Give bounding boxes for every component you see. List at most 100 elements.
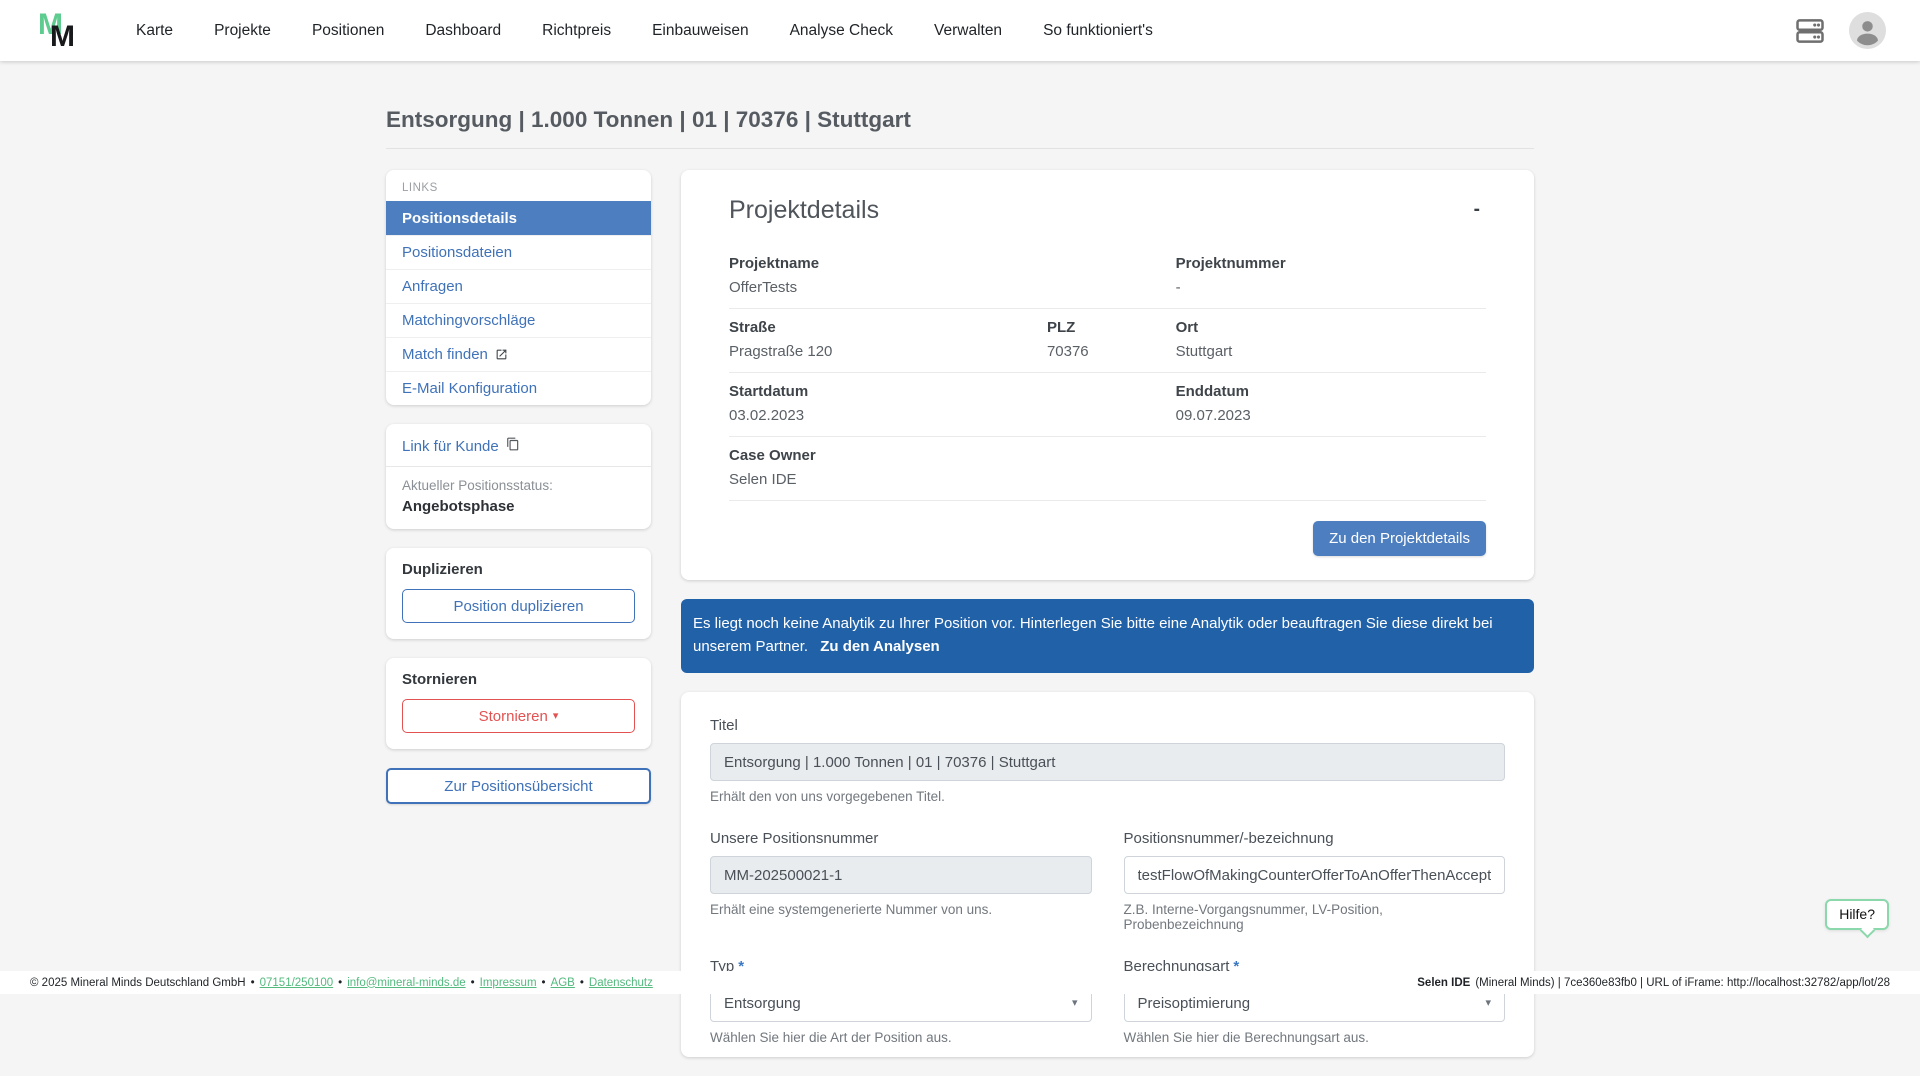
project-fields: Projektname OfferTests Projektnummer - S…	[729, 245, 1486, 501]
collapse-icon[interactable]: -	[1468, 196, 1486, 223]
nav-item-positionen[interactable]: Positionen	[312, 22, 384, 40]
sidebar-item-positionsdateien[interactable]: Positionsdateien	[386, 235, 651, 269]
footer: © 2025 Mineral Minds Deutschland GmbH • …	[0, 971, 1920, 994]
titel-input	[710, 743, 1505, 781]
sidebar-item-positionsdetails[interactable]: Positionsdetails	[386, 201, 651, 235]
field-value: 09.07.2023	[1175, 407, 1251, 424]
footer-impressum-link[interactable]: Impressum	[480, 977, 537, 989]
analytics-info-banner: Es liegt noch keine Analytik zu Ihrer Po…	[681, 599, 1534, 673]
links-card: LINKS Positionsdetails Positionsdateien …	[386, 170, 651, 405]
banner-text: Es liegt noch keine Analytik zu Ihrer Po…	[693, 615, 1493, 655]
sidebar-item-label: Matchingvorschläge	[402, 312, 536, 329]
help-button[interactable]: Hilfe?	[1825, 899, 1889, 939]
link-fuer-kunde-label: Link für Kunde	[402, 437, 499, 455]
nav-item-dashboard[interactable]: Dashboard	[425, 22, 501, 40]
bubble-tail	[1859, 922, 1876, 939]
field-label: Projektname	[729, 255, 820, 272]
nav-item-so-funktionierts[interactable]: So funktioniert's	[1043, 22, 1153, 40]
footer-separator: •	[250, 976, 255, 989]
field-label: Straße	[729, 319, 776, 336]
positionsnummer-label: Positionsnummer/-bezeichnung	[1123, 830, 1334, 847]
nav-item-einbauweisen[interactable]: Einbauweisen	[652, 22, 749, 40]
project-details-card: Projektdetails - Projektname OfferTests …	[681, 170, 1534, 580]
field-label: PLZ	[1046, 319, 1076, 336]
field-projektnummer: Projektnummer -	[1176, 255, 1486, 296]
to-analyses-link[interactable]: Zu den Analysen	[820, 638, 939, 655]
help-button-label: Hilfe?	[1839, 906, 1875, 922]
field-value: -	[1175, 279, 1181, 296]
footer-separator: •	[338, 976, 343, 989]
position-status-value: Angebotsphase	[402, 498, 515, 515]
page-head: Entsorgung | 1.000 Tonnen | 01 | 70376 |…	[386, 61, 1534, 149]
sidebar-item-email-konfiguration[interactable]: E-Mail Konfiguration	[386, 371, 651, 405]
field-value: 03.02.2023	[729, 407, 805, 424]
sidebar-item-label: Positionsdetails	[402, 210, 518, 227]
field-label: Startdatum	[729, 383, 809, 400]
sidebar: LINKS Positionsdetails Positionsdateien …	[386, 170, 651, 804]
nav-item-karte[interactable]: Karte	[136, 22, 173, 40]
link-fuer-kunde[interactable]: Link für Kunde	[386, 424, 651, 466]
footer-datenschutz-link[interactable]: Datenschutz	[589, 977, 653, 989]
duplicate-section-title: Duplizieren	[402, 561, 483, 578]
footer-session-info: Selen IDE (Mineral Minds) | 7ce360e83fb0…	[1417, 977, 1890, 989]
footer-copyright: © 2025 Mineral Minds Deutschland GmbH	[30, 976, 246, 989]
position-status-box: Aktueller Positionsstatus: Angebotsphase	[386, 466, 651, 529]
server-icon[interactable]	[1795, 16, 1825, 46]
berechnungsart-help: Wählen Sie hier die Berechnungsart aus.	[1123, 1030, 1369, 1045]
positionsnummer-help: Z.B. Interne-Vorgangsnummer, LV-Position…	[1123, 902, 1383, 932]
sidebar-item-matchingvorschlaege[interactable]: Matchingvorschläge	[386, 303, 651, 337]
unsere-positionsnummer-group: Unsere Positionsnummer Erhält eine syste…	[710, 830, 1092, 932]
position-overview-button[interactable]: Zur Positionsübersicht	[386, 768, 651, 804]
to-project-details-button[interactable]: Zu den Projektdetails	[1313, 521, 1486, 556]
customer-status-card: Link für Kunde Aktueller Positionsstatus…	[386, 424, 651, 529]
cancel-button-label: Stornieren	[478, 707, 548, 725]
page-title: Entsorgung | 1.000 Tonnen | 01 | 70376 |…	[386, 105, 1534, 149]
duplicate-card: Duplizieren Position duplizieren	[386, 548, 651, 639]
session-details: (Mineral Minds) | 7ce360e83fb0 | URL of …	[1475, 976, 1890, 989]
footer-separator: •	[541, 976, 546, 989]
cancel-card: Stornieren Stornieren ▾	[386, 658, 651, 749]
nav-item-verwalten[interactable]: Verwalten	[934, 22, 1002, 40]
field-label: Projektnummer	[1175, 255, 1286, 272]
footer-email-link[interactable]: info@mineral-minds.de	[347, 977, 465, 989]
sidebar-item-match-finden[interactable]: Match finden	[386, 337, 651, 371]
unsere-positionsnummer-help: Erhält eine systemgenerierte Nummer von …	[710, 902, 993, 917]
project-details-title: Projektdetails	[729, 196, 880, 224]
nav-item-projekte[interactable]: Projekte	[214, 22, 271, 40]
duplicate-position-button[interactable]: Position duplizieren	[402, 589, 635, 623]
unsere-positionsnummer-input	[710, 856, 1092, 894]
field-value: Stuttgart	[1175, 343, 1233, 360]
field-case-owner: Case Owner Selen IDE	[729, 447, 1486, 488]
nav-item-richtpreis[interactable]: Richtpreis	[542, 22, 611, 40]
field-label: Case Owner	[729, 447, 816, 464]
field-ort: Ort Stuttgart	[1176, 319, 1486, 360]
mineral-minds-logo[interactable]: M M	[34, 7, 88, 55]
footer-agb-link[interactable]: AGB	[551, 977, 575, 989]
footer-separator: •	[579, 976, 584, 989]
position-number-row: Unsere Positionsnummer Erhält eine syste…	[710, 830, 1505, 932]
position-status-label: Aktueller Positionsstatus:	[402, 478, 553, 493]
titel-label: Titel	[710, 717, 738, 734]
positionsnummer-input[interactable]	[1123, 856, 1505, 894]
project-row-dates: Startdatum 03.02.2023 Enddatum 09.07.202…	[729, 373, 1486, 437]
sidebar-item-label: Match finden	[402, 346, 488, 363]
berechnungsart-select-value: Preisoptimierung	[1137, 994, 1251, 1012]
nav-item-analyse-check[interactable]: Analyse Check	[790, 22, 893, 40]
footer-left: © 2025 Mineral Minds Deutschland GmbH • …	[30, 977, 653, 989]
footer-phone-link[interactable]: 07151/250100	[260, 977, 334, 989]
project-row-address: Straße Pragstraße 120 PLZ 70376 Ort Stut…	[729, 309, 1486, 373]
page-container: Entsorgung | 1.000 Tonnen | 01 | 70376 |…	[386, 0, 1534, 1076]
user-avatar-icon[interactable]	[1849, 12, 1886, 49]
field-value: Pragstraße 120	[729, 343, 833, 360]
field-projektname: Projektname OfferTests	[729, 255, 1176, 296]
project-row-owner: Case Owner Selen IDE	[729, 437, 1486, 501]
cancel-position-button[interactable]: Stornieren ▾	[402, 699, 635, 733]
sidebar-item-anfragen[interactable]: Anfragen	[386, 269, 651, 303]
session-user: Selen IDE	[1417, 976, 1471, 989]
field-value: 70376	[1046, 343, 1089, 360]
field-label: Enddatum	[1175, 383, 1249, 400]
cancel-section-title: Stornieren	[402, 671, 478, 688]
links-card-header: LINKS	[402, 182, 438, 194]
field-value: OfferTests	[729, 279, 798, 296]
field-startdatum: Startdatum 03.02.2023	[729, 383, 1176, 424]
